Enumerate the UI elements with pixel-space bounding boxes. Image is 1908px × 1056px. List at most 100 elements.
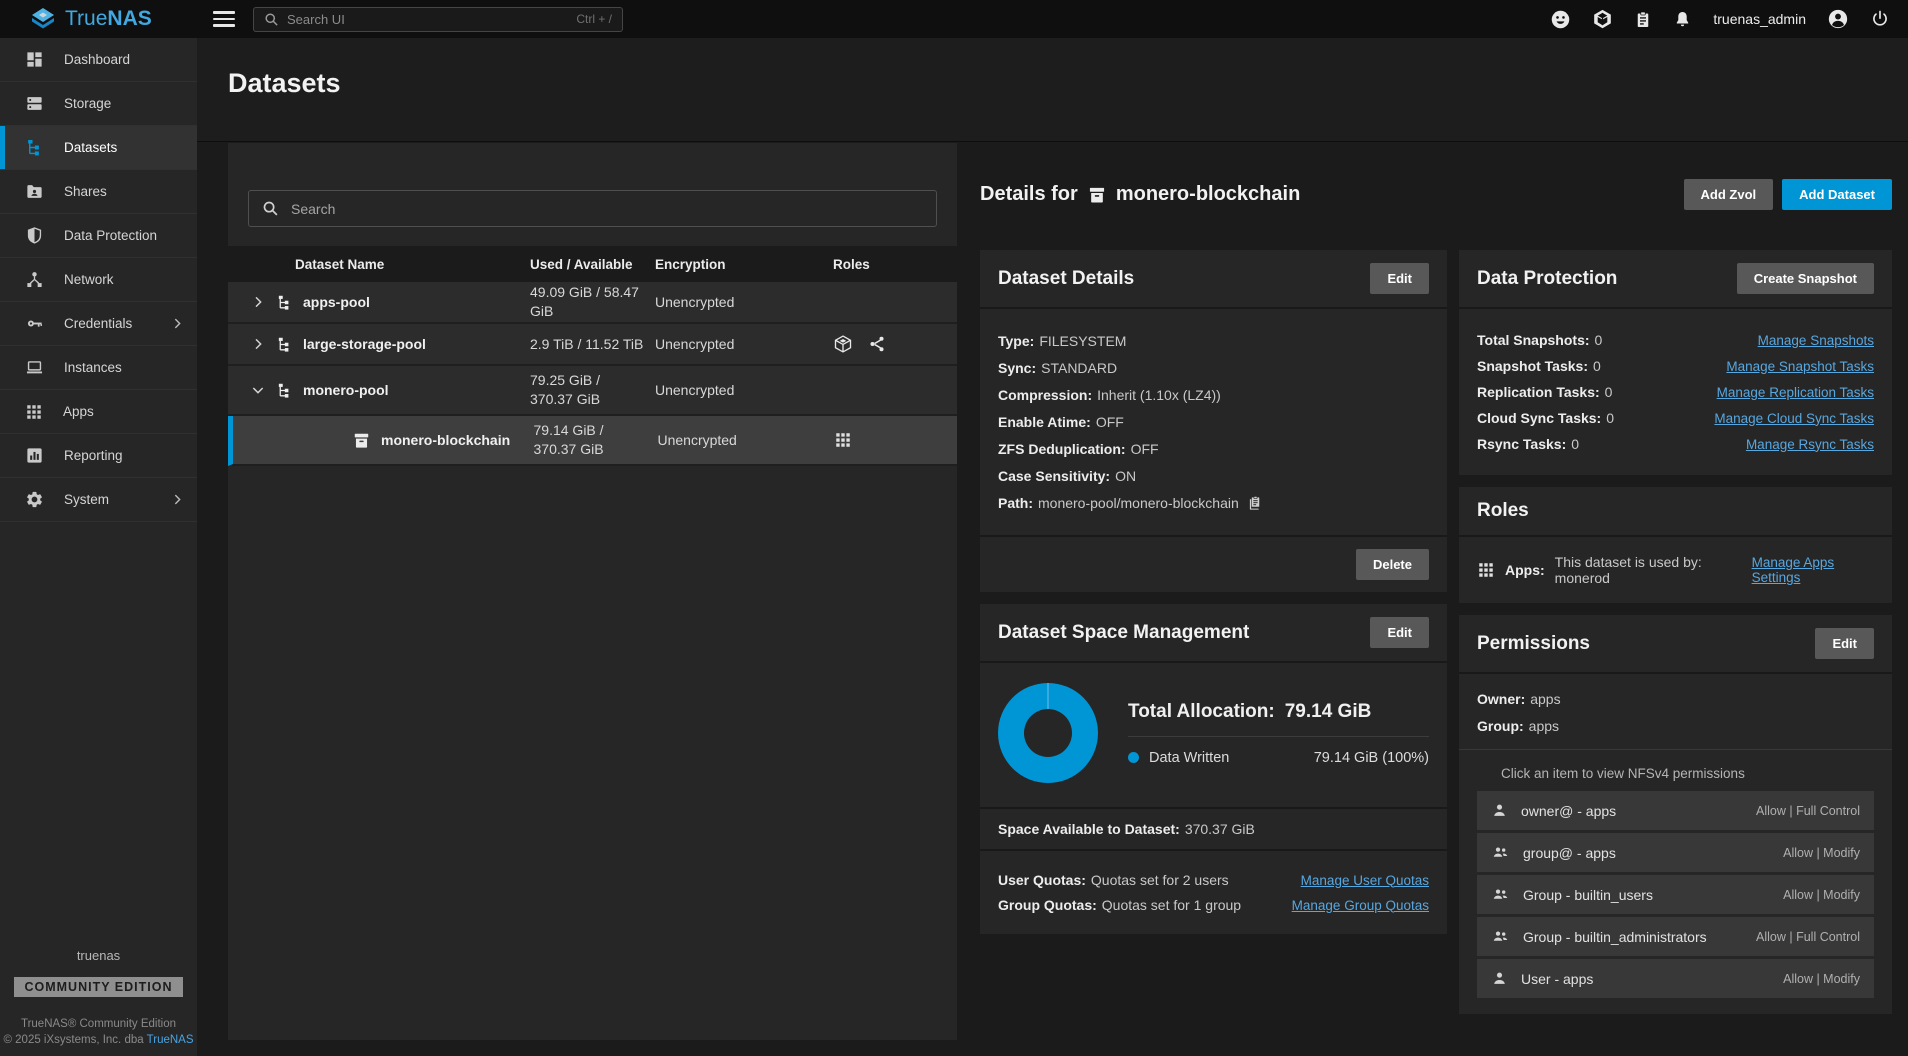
manage-apps-settings-link[interactable]: Manage Apps Settings xyxy=(1752,555,1874,585)
dataset-name: apps-pool xyxy=(303,294,370,310)
sidebar-item-apps[interactable]: Apps xyxy=(0,390,197,434)
global-search-input[interactable] xyxy=(287,12,568,27)
manage-snapshots-link[interactable]: Manage Snapshots xyxy=(1758,333,1874,348)
manage-user-quotas-link[interactable]: Manage User Quotas xyxy=(1301,873,1429,888)
global-search[interactable]: Ctrl + / xyxy=(253,7,623,32)
legend-dot xyxy=(1128,752,1139,763)
network-icon xyxy=(25,270,44,289)
expand-chevron-right-icon[interactable] xyxy=(250,336,266,352)
manage-snapshot-tasks-link[interactable]: Manage Snapshot Tasks xyxy=(1726,359,1874,374)
people-icon xyxy=(1491,928,1510,945)
table-row[interactable]: large-storage-pool 2.9 TiB / 11.52 TiB U… xyxy=(228,324,957,366)
dataset-tree-panel: Dataset Name Used / Available Encryption… xyxy=(228,143,957,1040)
apps-grid-icon xyxy=(25,403,43,421)
menu-toggle-icon[interactable] xyxy=(213,11,235,27)
shield-icon xyxy=(25,226,44,245)
page-header: Datasets xyxy=(197,38,1908,142)
acl-item-builtin-users[interactable]: Group - builtin_users Allow | Modify xyxy=(1477,875,1874,914)
truenas-logo-icon xyxy=(30,7,56,31)
feedback-icon[interactable] xyxy=(1550,9,1571,30)
sidebar: Dashboard Storage Datasets Shares Data P… xyxy=(0,38,197,1056)
apps-box-icon xyxy=(833,334,853,354)
sidebar-item-label: Apps xyxy=(63,404,94,419)
notifications-icon[interactable] xyxy=(1673,9,1692,30)
truenas-brand[interactable]: TrueNAS xyxy=(0,7,197,31)
space-available: Space Available to Dataset:370.37 GiB xyxy=(998,821,1429,837)
dataset-tree-icon xyxy=(276,336,293,353)
power-icon[interactable] xyxy=(1870,9,1890,29)
delete-dataset-button[interactable]: Delete xyxy=(1356,549,1429,580)
manage-cloud-sync-tasks-link[interactable]: Manage Cloud Sync Tasks xyxy=(1714,411,1874,426)
ix-emblem-icon[interactable] xyxy=(1592,8,1613,30)
encryption-value: Unencrypted xyxy=(657,432,834,448)
dashboard-icon xyxy=(25,50,44,69)
donut-hole xyxy=(1024,709,1072,757)
manage-group-quotas-link[interactable]: Manage Group Quotas xyxy=(1292,898,1429,913)
acl-item-owner[interactable]: owner@ - apps Allow | Full Control xyxy=(1477,791,1874,830)
dataset-search[interactable] xyxy=(248,190,937,227)
dataset-details-card: Dataset Details Edit Type:FILESYSTEM Syn… xyxy=(980,250,1447,592)
dataset-name: monero-pool xyxy=(303,382,389,398)
expand-chevron-right-icon[interactable] xyxy=(250,294,266,310)
used-available: 49.09 GiB / 58.47 GiB xyxy=(530,283,655,321)
card-title: Data Protection xyxy=(1477,268,1617,290)
sidebar-item-credentials[interactable]: Credentials xyxy=(0,302,197,346)
sidebar-item-system[interactable]: System xyxy=(0,478,197,522)
sidebar-item-datasets[interactable]: Datasets xyxy=(0,126,197,170)
sidebar-footer: truenas COMMUNITY EDITION TrueNAS® Commu… xyxy=(0,948,197,1046)
create-snapshot-button[interactable]: Create Snapshot xyxy=(1737,263,1874,294)
truenas-link[interactable]: TrueNAS xyxy=(147,1034,194,1046)
edit-permissions-button[interactable]: Edit xyxy=(1815,628,1874,659)
page-title: Datasets xyxy=(228,68,1908,99)
owner-row: Owner:apps xyxy=(1477,691,1874,707)
storage-icon xyxy=(25,94,44,113)
sidebar-item-dashboard[interactable]: Dashboard xyxy=(0,38,197,82)
data-protection-card: Data Protection Create Snapshot Total Sn… xyxy=(1459,250,1892,475)
sidebar-item-instances[interactable]: Instances xyxy=(0,346,197,390)
sidebar-item-network[interactable]: Network xyxy=(0,258,197,302)
edit-space-button[interactable]: Edit xyxy=(1370,617,1429,648)
space-management-card: Dataset Space Management Edit Total Allo… xyxy=(980,604,1447,934)
encryption-value: Unencrypted xyxy=(655,294,833,310)
dataset-archive-icon xyxy=(352,431,371,450)
chevron-right-icon xyxy=(171,317,184,330)
sidebar-item-storage[interactable]: Storage xyxy=(0,82,197,126)
space-donut-chart xyxy=(998,683,1098,783)
jobs-icon[interactable] xyxy=(1634,9,1652,30)
donut-seam xyxy=(1047,683,1049,709)
apps-grid-icon xyxy=(1477,561,1495,579)
roles-card: Roles Apps: This dataset is used by: mon… xyxy=(1459,487,1892,603)
acl-item-user-apps[interactable]: User - apps Allow | Modify xyxy=(1477,959,1874,998)
sidebar-item-data-protection[interactable]: Data Protection xyxy=(0,214,197,258)
details-title-prefix: Details for xyxy=(980,183,1078,206)
sidebar-item-label: Datasets xyxy=(64,140,117,155)
acl-item-builtin-administrators[interactable]: Group - builtin_administrators Allow | F… xyxy=(1477,917,1874,956)
table-row[interactable]: apps-pool 49.09 GiB / 58.47 GiB Unencryp… xyxy=(228,282,957,324)
add-zvol-button[interactable]: Add Zvol xyxy=(1684,179,1774,210)
sidebar-item-reporting[interactable]: Reporting xyxy=(0,434,197,478)
edit-dataset-details-button[interactable]: Edit xyxy=(1370,263,1429,294)
people-icon xyxy=(1491,886,1510,903)
table-row[interactable]: monero-pool 79.25 GiB /370.37 GiB Unencr… xyxy=(228,366,957,416)
person-icon xyxy=(1491,970,1508,987)
collapse-chevron-down-icon[interactable] xyxy=(250,382,266,398)
field-compression: Compression:Inherit (1.10x (LZ4)) xyxy=(998,387,1429,403)
sidebar-item-label: Reporting xyxy=(64,448,123,463)
table-row-selected[interactable]: monero-blockchain 79.14 GiB /370.37 GiB … xyxy=(228,416,957,466)
avatar-icon[interactable] xyxy=(1827,8,1849,30)
copy-path-icon[interactable] xyxy=(1248,495,1263,511)
dataset-name: large-storage-pool xyxy=(303,336,426,352)
manage-replication-tasks-link[interactable]: Manage Replication Tasks xyxy=(1717,385,1874,400)
acl-item-group-at[interactable]: group@ - apps Allow | Modify xyxy=(1477,833,1874,872)
manage-rsync-tasks-link[interactable]: Manage Rsync Tasks xyxy=(1746,437,1874,452)
sidebar-item-shares[interactable]: Shares xyxy=(0,170,197,214)
encryption-value: Unencrypted xyxy=(655,382,833,398)
add-dataset-button[interactable]: Add Dataset xyxy=(1782,179,1892,210)
footer-edition-line: TrueNAS® Community Edition xyxy=(0,1018,197,1030)
used-available: 79.14 GiB /370.37 GiB xyxy=(534,421,658,459)
field-dedup: ZFS Deduplication:OFF xyxy=(998,441,1429,457)
sidebar-item-label: Credentials xyxy=(64,316,132,331)
field-atime: Enable Atime:OFF xyxy=(998,414,1429,430)
card-title: Roles xyxy=(1477,500,1529,522)
dataset-search-input[interactable] xyxy=(291,201,923,217)
